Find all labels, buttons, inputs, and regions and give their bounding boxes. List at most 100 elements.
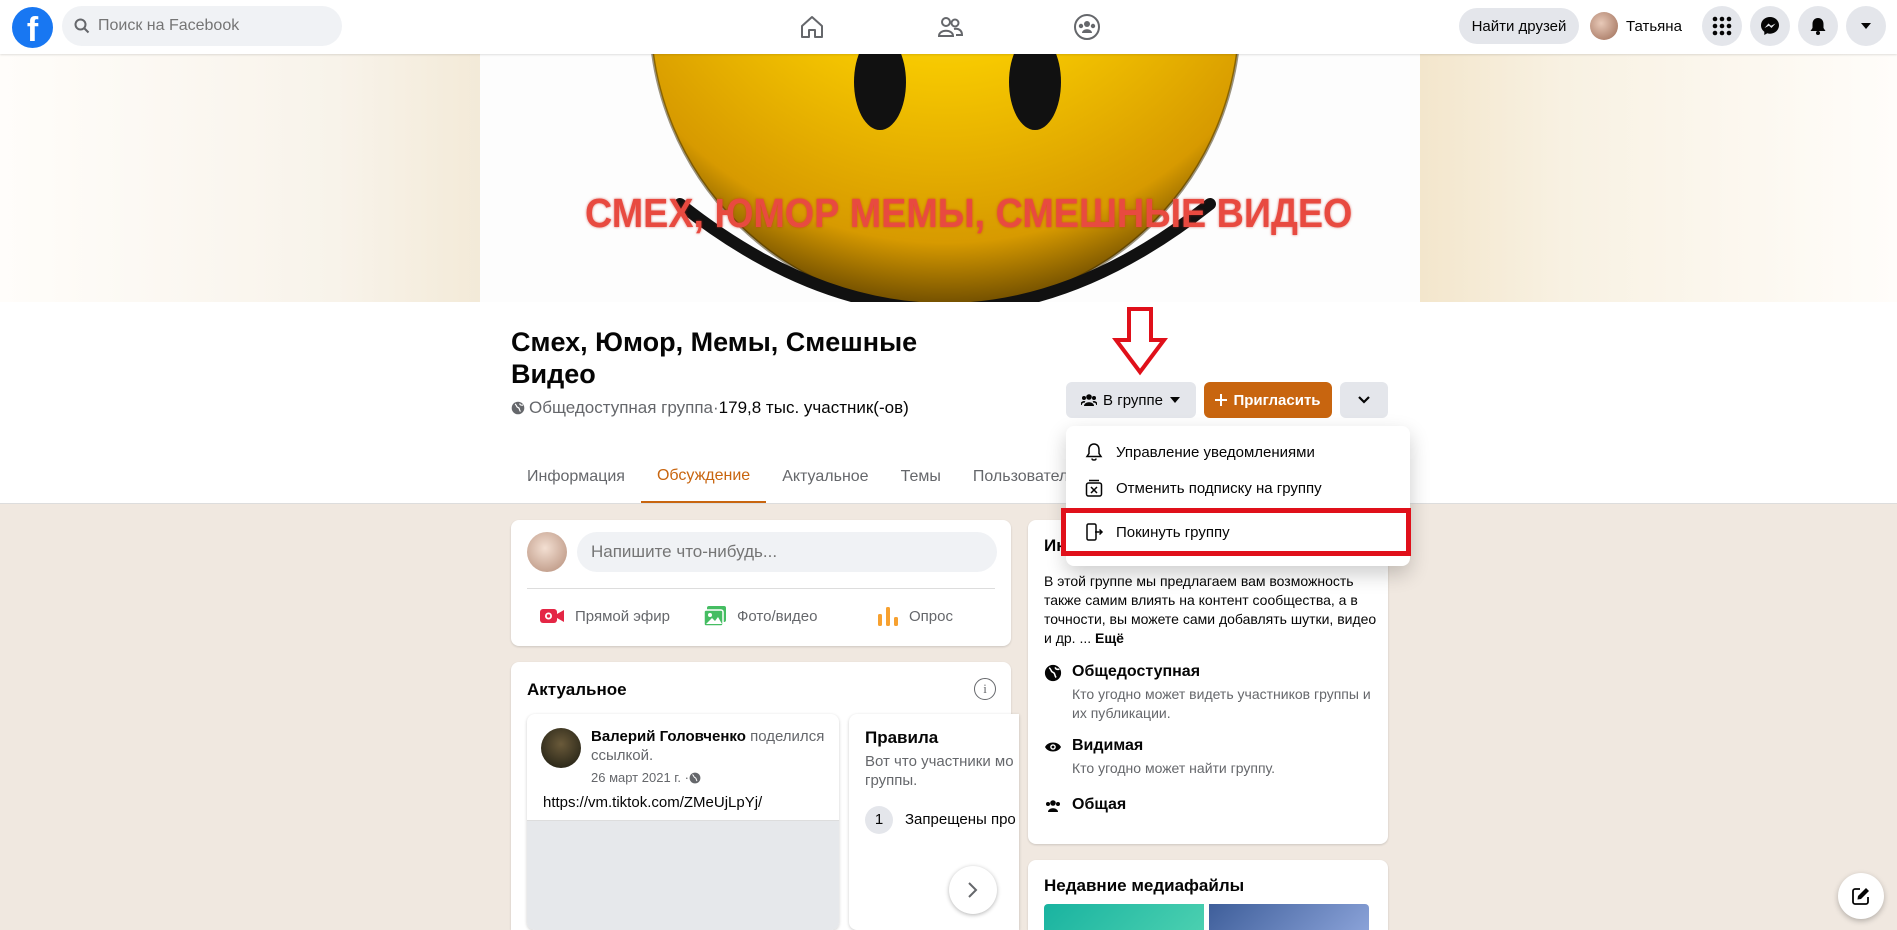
featured-section: Актуальное i Валерий Головченко поделилс…: [511, 662, 1019, 930]
menu-item-label: Отменить подписку на группу: [1116, 479, 1322, 497]
rule-number: 1: [865, 806, 893, 834]
featured-title: Актуальное: [527, 680, 627, 699]
messenger-icon: [1761, 17, 1779, 35]
account-chevron-icon: [1861, 23, 1871, 29]
rule-text: Запрещены про: [905, 811, 1016, 828]
rules-title: Правила: [865, 728, 939, 747]
photo-icon: [703, 606, 726, 627]
account-button[interactable]: [1846, 6, 1886, 46]
search-box[interactable]: [62, 6, 342, 46]
menu-item-manage-notifications[interactable]: Управление уведомлениями: [1078, 434, 1396, 470]
post-date-text: 26 март 2021 г. ·: [591, 770, 689, 785]
page-title: Смех, Юмор, Мемы, Смешные Видео: [511, 327, 918, 389]
poll-label: Опрос: [909, 607, 953, 625]
search-icon: [74, 18, 90, 34]
globe-icon: [1044, 664, 1062, 682]
about-description-text: В этой группе мы предлагаем вам возможно…: [1044, 573, 1377, 646]
groups-icon: [1074, 14, 1100, 40]
avatar: [1590, 12, 1618, 40]
visible-title: Видимая: [1072, 737, 1144, 754]
joined-label: В группе: [1103, 391, 1163, 409]
cover-photo[interactable]: [480, 54, 1420, 302]
post-author[interactable]: Валерий Головченко: [591, 728, 746, 745]
members-count[interactable]: 179,8 тыс. участник(-ов): [719, 398, 909, 418]
profile-name: Татьяна: [1626, 17, 1682, 35]
info-icon[interactable]: i: [974, 678, 996, 700]
friends-icon: [937, 17, 964, 37]
post-composer: Прямой эфир Фото/видео Опрос: [511, 520, 1011, 646]
notifications-icon: [1810, 18, 1826, 35]
live-video-label: Прямой эфир: [575, 607, 670, 625]
media-thumbnail[interactable]: [1209, 904, 1369, 930]
menu-item-label: Управление уведомлениями: [1116, 443, 1315, 461]
search-input[interactable]: [98, 17, 318, 35]
members-icon: [1081, 394, 1098, 406]
public-description: Кто угодно может видеть участников групп…: [1072, 686, 1371, 721]
invite-label: Пригласить: [1233, 391, 1321, 409]
post-header: Валерий Головченко поделился ссылкой.: [591, 727, 831, 765]
highlight-box-annotation: [1061, 508, 1411, 556]
notifications-button[interactable]: [1798, 6, 1838, 46]
messenger-button[interactable]: [1750, 6, 1790, 46]
plus-icon: [1215, 394, 1228, 406]
nav-home[interactable]: [762, 0, 862, 54]
new-message-button[interactable]: [1838, 873, 1884, 919]
tab-featured[interactable]: Актуальное: [766, 450, 884, 504]
group-type-icon: [1046, 800, 1060, 812]
caret-down-icon: [1169, 397, 1180, 403]
compose-icon: [1852, 888, 1869, 905]
find-friends-button[interactable]: Найти друзей: [1459, 8, 1579, 44]
media-thumbnail[interactable]: [1044, 904, 1204, 930]
menu-item-unfollow[interactable]: Отменить подписку на группу: [1078, 470, 1396, 506]
tab-info[interactable]: Информация: [511, 450, 641, 504]
cover-banner-text: СМЕХ, ЮМОР МЕМЫ, СМЕШНЫЕ ВИДЕО: [585, 190, 1353, 236]
poll-button[interactable]: Опрос: [877, 596, 953, 636]
nav-friends[interactable]: [900, 0, 1000, 54]
menu-button[interactable]: [1702, 6, 1742, 46]
cover-blur-left: [0, 54, 480, 302]
bell-icon: [1085, 443, 1103, 461]
unfollow-icon: [1085, 479, 1103, 497]
joined-button[interactable]: В группе: [1066, 382, 1196, 418]
post-link[interactable]: https://vm.tiktok.com/ZMeUjLpYj/: [543, 794, 762, 811]
general-title: Общая: [1072, 796, 1127, 813]
see-more-link[interactable]: Ещё: [1095, 630, 1124, 646]
public-title: Общедоступная: [1072, 663, 1201, 680]
post-link-preview[interactable]: [527, 820, 839, 930]
top-navigation-bar: f Найти друзей Татьяна: [0, 0, 1897, 54]
more-options-button[interactable]: [1340, 382, 1388, 418]
globe-icon: [689, 772, 701, 783]
live-video-button[interactable]: Прямой эфир: [539, 596, 670, 636]
tab-discussion[interactable]: Обсуждение: [640, 450, 767, 504]
visible-description: Кто угодно может найти группу.: [1072, 760, 1276, 776]
carousel-next-button[interactable]: [949, 866, 997, 914]
photo-video-label: Фото/видео: [737, 607, 818, 625]
avatar[interactable]: [541, 728, 581, 768]
featured-post-card[interactable]: Валерий Головченко поделился ссылкой. 26…: [527, 714, 839, 930]
facebook-logo[interactable]: f: [12, 7, 53, 48]
composer-input[interactable]: [577, 532, 997, 572]
smiley-image: [651, 54, 1239, 302]
globe-icon: [511, 401, 525, 415]
divider: [527, 588, 995, 589]
home-icon: [801, 16, 823, 38]
section-divider: [0, 503, 1897, 504]
group-tabs: Информация Обсуждение Актуальное Темы По…: [511, 450, 1093, 504]
privacy-label[interactable]: Общедоступная группа: [529, 398, 713, 418]
tab-topics[interactable]: Темы: [885, 450, 957, 504]
chevron-down-icon: [1358, 396, 1370, 404]
about-section: Ин В этой группе мы предлагаем вам возмо…: [1028, 520, 1388, 844]
down-arrow-annotation: [1112, 307, 1168, 376]
rules-description: Вот что участники мо группы.: [865, 753, 1014, 789]
recent-media-title: Недавние медиафайлы: [1044, 876, 1245, 895]
profile-shortcut[interactable]: Татьяна: [1590, 8, 1682, 44]
about-description: В этой группе мы предлагаем вам возможно…: [1044, 572, 1380, 648]
group-meta: Общедоступная группа · 179,8 тыс. участн…: [511, 398, 909, 418]
post-timestamp[interactable]: 26 март 2021 г. ·: [591, 770, 701, 785]
chevron-right-icon: [968, 882, 978, 898]
live-video-icon: [540, 609, 564, 623]
poll-icon: [878, 607, 898, 626]
nav-groups[interactable]: [1037, 0, 1137, 54]
photo-video-button[interactable]: Фото/видео: [703, 596, 817, 636]
invite-button[interactable]: Пригласить: [1204, 382, 1332, 418]
